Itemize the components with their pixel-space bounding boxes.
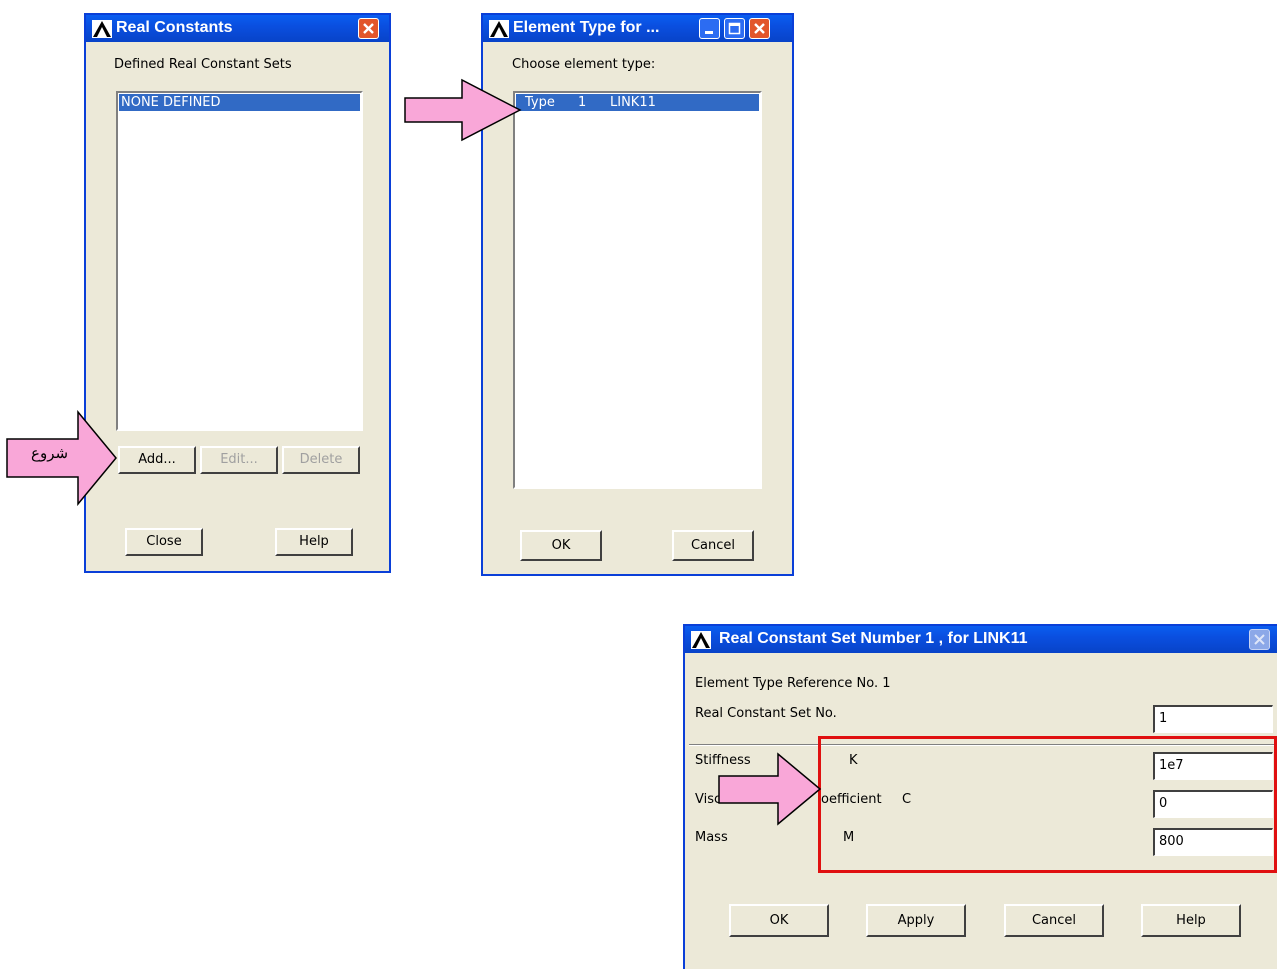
start-annotation-label: شروع bbox=[31, 444, 69, 462]
defined-sets-heading: Defined Real Constant Sets bbox=[114, 57, 292, 72]
ansys-logo-icon bbox=[489, 20, 509, 38]
close-icon bbox=[1254, 634, 1265, 645]
element-type-list[interactable]: Type 1 LINK11 bbox=[513, 91, 762, 489]
ansys-logo-icon bbox=[691, 631, 711, 649]
element-type-reference: Element Type Reference No. 1 bbox=[695, 676, 891, 691]
title-bar[interactable]: Element Type for ... bbox=[483, 15, 792, 42]
edit-button[interactable]: Edit... bbox=[200, 446, 278, 474]
help-button[interactable]: Help bbox=[275, 528, 353, 556]
close-button[interactable]: Close bbox=[125, 528, 203, 556]
pointer-arrow-icon bbox=[404, 78, 522, 142]
real-constant-sets-list[interactable]: NONE DEFINED bbox=[116, 91, 363, 431]
cancel-button[interactable]: Cancel bbox=[1004, 904, 1104, 937]
list-item-label: NONE DEFINED bbox=[121, 95, 221, 110]
mass-label: Mass bbox=[695, 830, 728, 845]
list-item[interactable]: Type 1 LINK11 bbox=[516, 94, 759, 111]
minimize-icon bbox=[705, 31, 713, 34]
ansys-logo-icon bbox=[92, 20, 112, 38]
apply-button[interactable]: Apply bbox=[866, 904, 966, 937]
close-window-button[interactable] bbox=[358, 18, 379, 39]
ok-button[interactable]: OK bbox=[729, 904, 829, 937]
maximize-icon bbox=[728, 22, 741, 35]
element-name: LINK11 bbox=[610, 95, 656, 110]
real-constant-set-no-field[interactable]: 1 bbox=[1153, 705, 1273, 733]
list-item[interactable]: NONE DEFINED bbox=[119, 94, 360, 111]
help-button[interactable]: Help bbox=[1141, 904, 1241, 937]
real-constant-set-no-label: Real Constant Set No. bbox=[695, 706, 837, 721]
real-constants-dialog: Real Constants Defined Real Constant Set… bbox=[84, 13, 391, 573]
window-title: Real Constants bbox=[116, 19, 233, 36]
delete-button[interactable]: Delete bbox=[282, 446, 360, 474]
pointer-arrow-icon bbox=[718, 752, 822, 826]
type-number: 1 bbox=[578, 95, 587, 110]
add-button[interactable]: Add... bbox=[118, 446, 196, 474]
title-bar[interactable]: Real Constants bbox=[86, 15, 389, 42]
cancel-button[interactable]: Cancel bbox=[672, 530, 754, 561]
maximize-button[interactable] bbox=[724, 18, 745, 39]
close-window-button[interactable] bbox=[749, 18, 770, 39]
ok-button[interactable]: OK bbox=[520, 530, 602, 561]
title-bar[interactable]: Real Constant Set Number 1 , for LINK11 bbox=[685, 626, 1277, 653]
window-title: Element Type for ... bbox=[513, 19, 660, 36]
type-label: Type bbox=[525, 95, 555, 110]
highlight-box bbox=[818, 736, 1277, 873]
window-title: Real Constant Set Number 1 , for LINK11 bbox=[719, 630, 1028, 647]
close-window-button[interactable] bbox=[1249, 629, 1270, 650]
close-icon bbox=[363, 23, 374, 34]
choose-element-type-prompt: Choose element type: bbox=[512, 57, 656, 72]
close-icon bbox=[754, 23, 765, 34]
element-type-dialog: Element Type for ... Choose element type… bbox=[481, 13, 794, 576]
minimize-button[interactable] bbox=[699, 18, 720, 39]
